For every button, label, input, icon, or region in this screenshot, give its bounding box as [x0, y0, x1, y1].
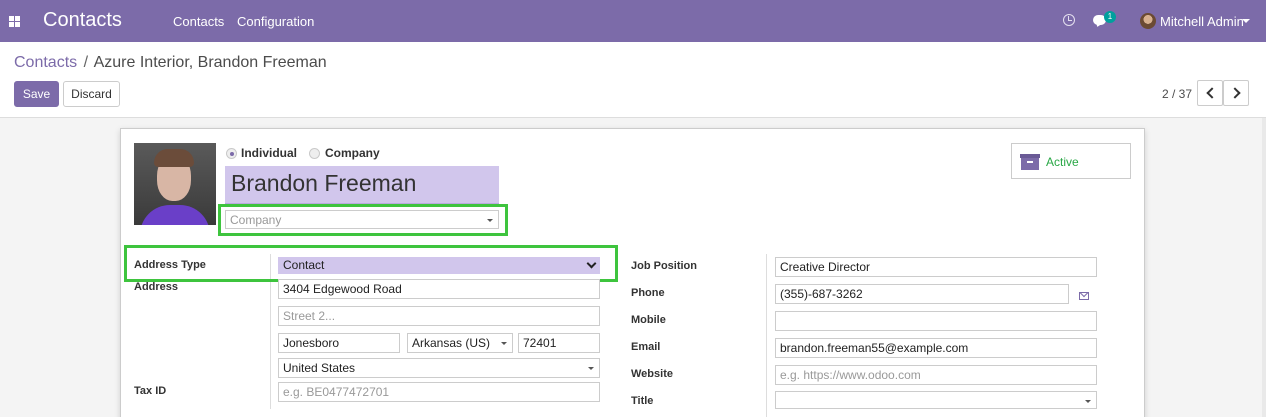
breadcrumb-contacts-link[interactable]: Contacts: [14, 54, 77, 71]
pager-previous-button[interactable]: [1197, 80, 1223, 106]
save-button[interactable]: Save: [14, 81, 59, 107]
tax-id-label: Tax ID: [134, 385, 167, 397]
website-field[interactable]: e.g. https://www.odoo.com: [775, 365, 1097, 385]
address-label: Address: [134, 281, 179, 293]
breadcrumb-current: Azure Interior, Brandon Freeman: [93, 54, 327, 71]
zip-field[interactable]: 72401: [518, 333, 600, 353]
app-title[interactable]: Contacts: [43, 9, 122, 32]
control-panel: Contacts / Azure Interior, Brandon Freem…: [0, 42, 1266, 118]
active-toggle-button[interactable]: Active: [1011, 143, 1131, 179]
pager-next-button[interactable]: [1223, 80, 1249, 106]
street-field[interactable]: 3404 Edgewood Road: [278, 279, 600, 299]
activity-clock-icon[interactable]: [1063, 14, 1075, 26]
phone-field[interactable]: (355)-687-3262: [775, 284, 1069, 304]
job-position-field[interactable]: Creative Director: [775, 257, 1097, 277]
scrollbar-track[interactable]: [1262, 118, 1266, 417]
individual-label[interactable]: Individual: [241, 146, 297, 160]
country-value: United States: [283, 361, 356, 375]
company-radio[interactable]: [309, 148, 320, 159]
menu-contacts[interactable]: Contacts: [173, 14, 224, 29]
email-field[interactable]: brandon.freeman55@example.com: [775, 338, 1097, 358]
state-value: Arkansas (US): [412, 336, 491, 350]
chat-badge: 1: [1104, 11, 1116, 23]
mobile-field[interactable]: [775, 311, 1097, 331]
tax-id-field[interactable]: e.g. BE0477472701: [278, 382, 600, 402]
title-select[interactable]: [775, 391, 1097, 409]
breadcrumb: Contacts / Azure Interior, Brandon Freem…: [14, 54, 327, 72]
name-input[interactable]: Brandon Freeman: [225, 166, 499, 204]
archive-icon: [1020, 154, 1040, 170]
job-position-label: Job Position: [631, 260, 697, 272]
individual-radio[interactable]: [226, 148, 237, 159]
right-divider: [766, 254, 767, 417]
top-navbar: Contacts Contacts Configuration 1 Mitche…: [0, 0, 1266, 42]
email-label: Email: [631, 341, 661, 353]
highlight-address-type: [124, 245, 618, 282]
country-select[interactable]: United States: [278, 358, 600, 378]
website-label: Website: [631, 368, 673, 380]
state-select[interactable]: Arkansas (US): [407, 333, 513, 353]
phone-label: Phone: [631, 287, 665, 299]
user-avatar[interactable]: [1140, 13, 1156, 29]
dropdown-caret-icon: [1085, 400, 1091, 403]
title-label: Title: [631, 395, 654, 407]
dropdown-caret-icon: [501, 342, 507, 345]
apps-menu-icon[interactable]: [9, 16, 20, 27]
menu-configuration[interactable]: Configuration: [237, 14, 314, 29]
breadcrumb-separator: /: [83, 54, 89, 71]
form-sheet: Individual Company Brandon Freeman Compa…: [120, 128, 1145, 417]
sms-envelope-icon[interactable]: [1079, 292, 1089, 300]
mobile-label: Mobile: [631, 314, 666, 326]
discard-button[interactable]: Discard: [63, 81, 120, 107]
city-field[interactable]: Jonesboro: [278, 333, 400, 353]
user-menu[interactable]: Mitchell Admin: [1160, 14, 1244, 29]
caret-down-icon[interactable]: [1242, 19, 1250, 23]
dropdown-caret-icon: [588, 367, 594, 370]
company-type-label[interactable]: Company: [325, 146, 380, 160]
highlight-company: [218, 204, 508, 236]
pager-value[interactable]: 2 / 37: [1162, 87, 1192, 101]
active-label: Active: [1046, 155, 1079, 169]
contact-photo[interactable]: [134, 143, 216, 225]
street2-field[interactable]: Street 2...: [278, 306, 600, 326]
